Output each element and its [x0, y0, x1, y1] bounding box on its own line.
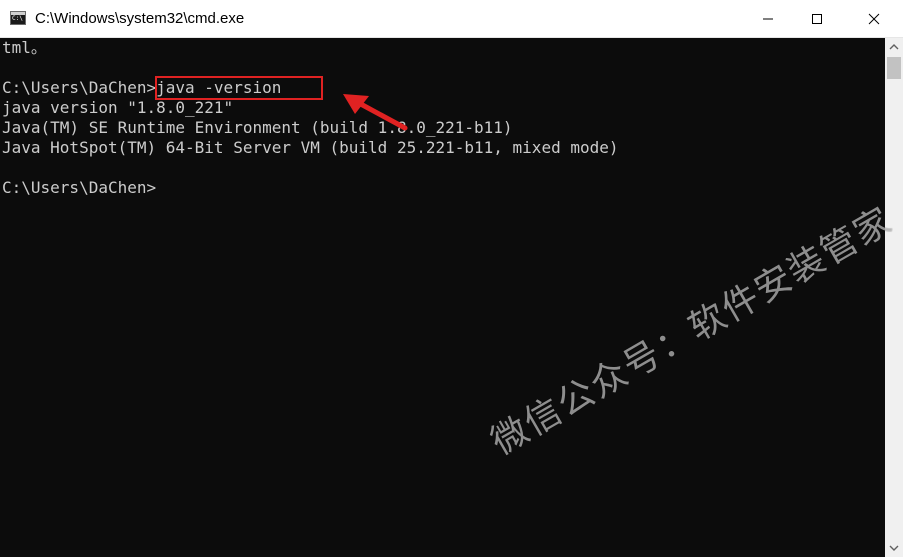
scroll-down-button[interactable] [885, 539, 903, 557]
scroll-up-button[interactable] [885, 38, 903, 56]
cmd-console-icon[interactable] [10, 11, 26, 25]
cmd-window: C:\Windows\system32\cmd.exe tml。 C:\User… [0, 0, 903, 557]
close-button[interactable] [851, 0, 897, 37]
console-line: Java HotSpot(TM) 64-Bit Server VM (build… [2, 138, 619, 157]
maximize-button[interactable] [794, 0, 840, 37]
console-line: java version "1.8.0_221" [2, 98, 234, 117]
close-icon [868, 13, 880, 25]
scroll-thumb[interactable] [887, 57, 901, 79]
console-prompt-line: C:\Users\DaChen> [2, 178, 157, 197]
maximize-icon [812, 14, 822, 24]
minimize-icon [763, 18, 773, 20]
minimize-button[interactable] [745, 0, 791, 37]
command-highlight-box [155, 76, 323, 100]
vertical-scrollbar[interactable] [885, 38, 903, 557]
title-bar[interactable]: C:\Windows\system32\cmd.exe [0, 0, 903, 38]
window-title: C:\Windows\system32\cmd.exe [35, 10, 245, 27]
scroll-down-arrow-icon [889, 545, 899, 551]
console-line: Java(TM) SE Runtime Environment (build 1… [2, 118, 513, 137]
console-line: tml。 [2, 38, 47, 57]
annotation-arrow-icon [343, 94, 408, 131]
scroll-up-arrow-icon [889, 44, 899, 50]
